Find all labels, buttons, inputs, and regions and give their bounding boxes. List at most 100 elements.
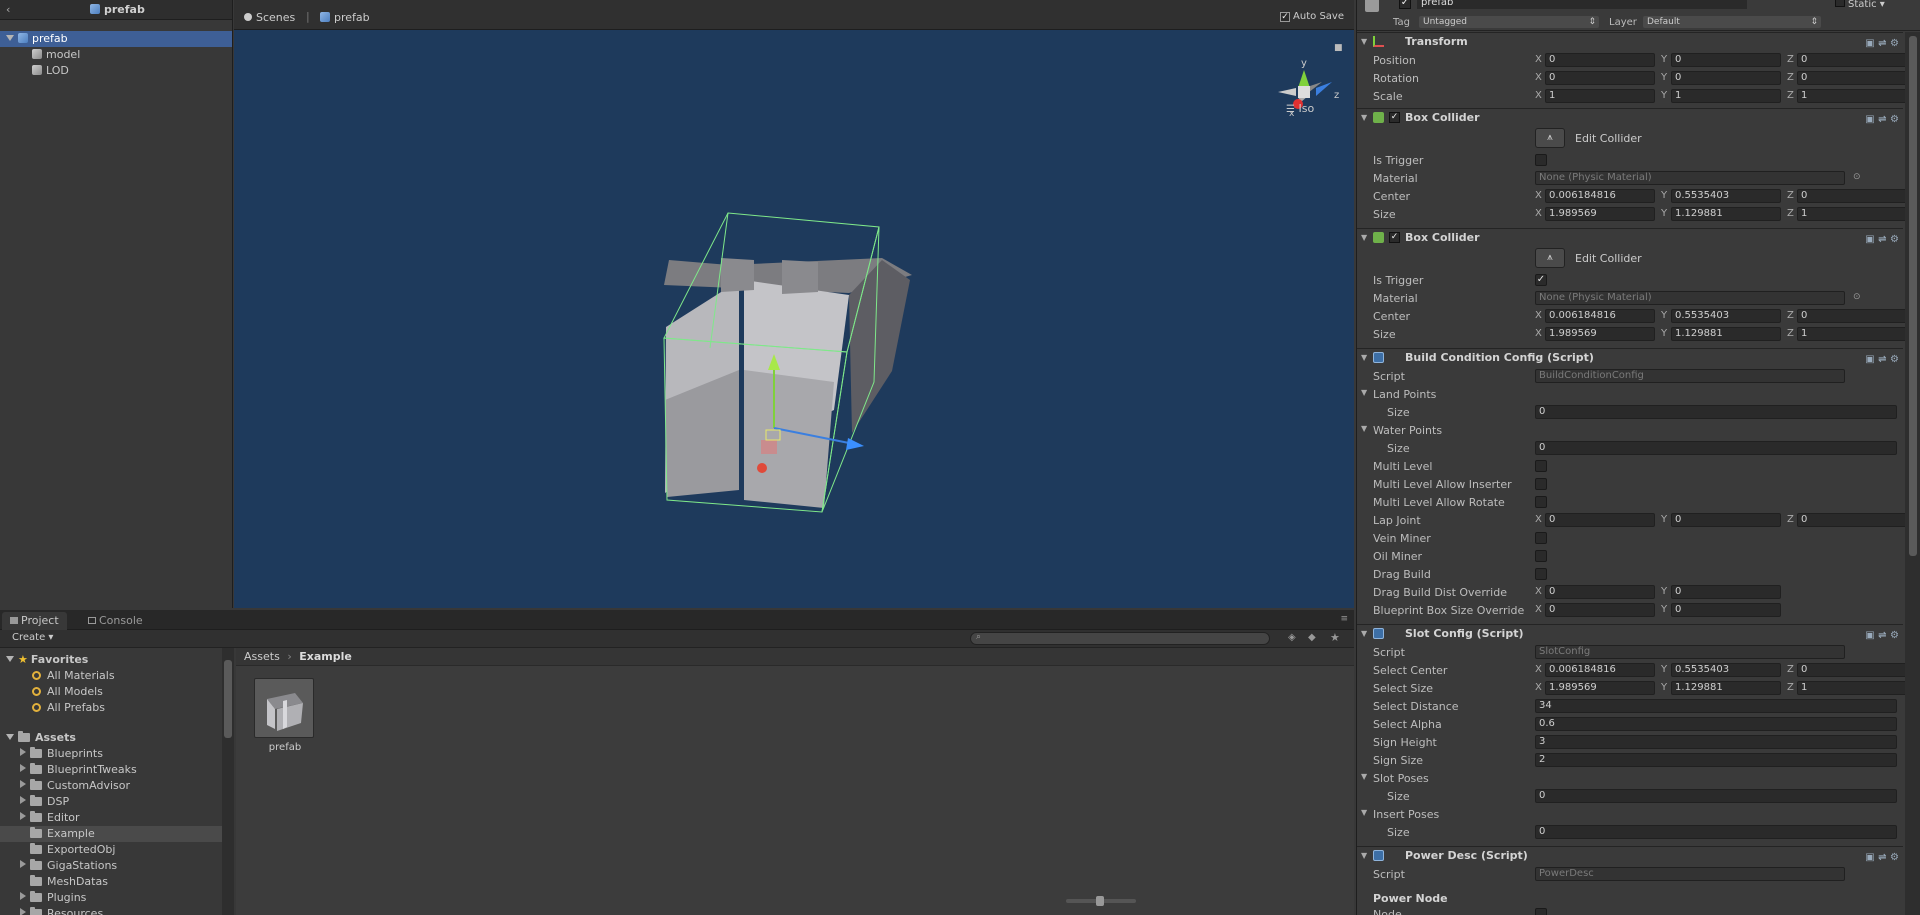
object-name-field[interactable]: prefab bbox=[1417, 0, 1747, 9]
size-field-x[interactable]: 1.989569 bbox=[1545, 207, 1655, 221]
size-field-z[interactable]: 1 bbox=[1797, 207, 1907, 221]
script-field[interactable]: SlotConfig bbox=[1535, 645, 1845, 659]
script-field[interactable]: BuildConditionConfig bbox=[1535, 369, 1845, 383]
slot-poses-size-field[interactable]: 0 bbox=[1535, 789, 1897, 803]
folder-resources[interactable]: Resources bbox=[20, 906, 103, 915]
collapsed-triangle-icon[interactable] bbox=[20, 860, 26, 868]
layer-dropdown[interactable]: Default ⇕ bbox=[1643, 16, 1821, 28]
position-field-x[interactable]: 0 bbox=[1545, 53, 1655, 67]
is-trigger-checkbox[interactable]: ✓ bbox=[1535, 274, 1547, 286]
zoom-slider-thumb[interactable] bbox=[1096, 896, 1104, 906]
material-field[interactable]: None (Physic Material) bbox=[1535, 171, 1845, 185]
center-field-y[interactable]: 0.5535403 bbox=[1671, 309, 1781, 323]
static-checkbox[interactable] bbox=[1835, 0, 1845, 7]
power-desc-header[interactable]: ▼ Power Desc (Script) ▣ ⇌ ⚙ bbox=[1357, 846, 1903, 864]
center-field-x[interactable]: 0.006184816 bbox=[1545, 309, 1655, 323]
water-points-size-field[interactable]: 0 bbox=[1535, 441, 1897, 455]
filter-label-icon[interactable]: ◆ bbox=[1308, 632, 1316, 643]
select-distance-field[interactable]: 34 bbox=[1535, 699, 1897, 713]
transform-header[interactable]: ▼ Transform ▣ ⇌ ⚙ bbox=[1357, 32, 1903, 50]
center-field-y[interactable]: 0.5535403 bbox=[1671, 189, 1781, 203]
component-enabled-checkbox[interactable]: ✓ bbox=[1389, 112, 1400, 123]
favorite-all-prefabs[interactable]: All Prefabs bbox=[32, 700, 105, 716]
favorites-header[interactable]: ★ Favorites bbox=[6, 652, 88, 668]
foldout-triangle-icon[interactable]: ▼ bbox=[1361, 109, 1367, 126]
edit-collider-button[interactable]: ⩚ bbox=[1535, 248, 1565, 268]
foldout-triangle-icon[interactable]: ▼ bbox=[1361, 625, 1367, 642]
assets-header[interactable]: Assets bbox=[6, 730, 76, 746]
favorite-all-models[interactable]: All Models bbox=[32, 684, 103, 700]
rotation-field-y[interactable]: 0 bbox=[1671, 71, 1781, 85]
asset-tile-prefab[interactable]: prefab bbox=[254, 678, 316, 758]
tree-scrollbar[interactable] bbox=[222, 648, 234, 915]
select-size-field-z[interactable]: 1 bbox=[1797, 681, 1907, 695]
folder-blueprints[interactable]: Blueprints bbox=[20, 746, 103, 762]
foldout-triangle-icon[interactable]: ▼ bbox=[1361, 772, 1367, 781]
rotation-field-z[interactable]: 0 bbox=[1797, 71, 1907, 85]
tab-console[interactable]: Console bbox=[80, 612, 151, 630]
expand-triangle-icon[interactable] bbox=[6, 35, 14, 41]
favorite-all-materials[interactable]: All Materials bbox=[32, 668, 115, 684]
foldout-triangle-icon[interactable]: ▼ bbox=[1361, 808, 1367, 817]
build-condition-header[interactable]: ▼ Build Condition Config (Script) ▣ ⇌ ⚙ bbox=[1357, 348, 1903, 366]
collapsed-triangle-icon[interactable] bbox=[20, 812, 26, 820]
script-field[interactable]: PowerDesc bbox=[1535, 867, 1845, 881]
collapsed-triangle-icon[interactable] bbox=[20, 748, 26, 756]
center-field-x[interactable]: 0.006184816 bbox=[1545, 189, 1655, 203]
multi-level-inserter-checkbox[interactable] bbox=[1535, 478, 1547, 490]
select-center-field-x[interactable]: 0.006184816 bbox=[1545, 663, 1655, 677]
component-settings-icons[interactable]: ▣ ⇌ ⚙ bbox=[1865, 627, 1899, 644]
center-field-z[interactable]: 0 bbox=[1797, 189, 1907, 203]
breadcrumb[interactable]: prefab bbox=[90, 3, 145, 16]
select-alpha-field[interactable]: 0.6 bbox=[1535, 717, 1897, 731]
lock-icon[interactable]: ■ bbox=[1334, 43, 1343, 53]
favorite-star-icon[interactable]: ★ bbox=[1330, 631, 1340, 644]
hierarchy-item-lod[interactable]: LOD bbox=[0, 63, 232, 79]
tag-dropdown[interactable]: Untagged ⇕ bbox=[1419, 16, 1599, 28]
static-toggle[interactable]: Static ▾ bbox=[1835, 0, 1885, 10]
active-checkbox[interactable]: ✓ bbox=[1399, 0, 1411, 9]
tree-scrollbar-thumb[interactable] bbox=[224, 660, 232, 738]
scale-field-z[interactable]: 1 bbox=[1797, 89, 1907, 103]
inspector-scrollbar-thumb[interactable] bbox=[1909, 36, 1917, 556]
size-field-z[interactable]: 1 bbox=[1797, 327, 1907, 341]
select-center-field-z[interactable]: 0 bbox=[1797, 663, 1907, 677]
insert-poses-size-field[interactable]: 0 bbox=[1535, 825, 1897, 839]
folder-blueprinttweaks[interactable]: BlueprintTweaks bbox=[20, 762, 137, 778]
center-field-z[interactable]: 0 bbox=[1797, 309, 1907, 323]
box-collider-header-2[interactable]: ▼ ✓ Box Collider ▣ ⇌ ⚙ bbox=[1357, 228, 1903, 246]
hierarchy-item-prefab[interactable]: prefab bbox=[0, 31, 232, 47]
folder-customadvisor[interactable]: CustomAdvisor bbox=[20, 778, 130, 794]
lap-joint-field-x[interactable]: 0 bbox=[1545, 513, 1655, 527]
drag-build-dist-field-x[interactable]: 0 bbox=[1545, 585, 1655, 599]
object-picker-icon[interactable]: ⊙ bbox=[1853, 172, 1861, 182]
component-enabled-checkbox[interactable]: ✓ bbox=[1389, 232, 1400, 243]
scenes-breadcrumb[interactable]: Scenes bbox=[244, 11, 295, 24]
folder-editor[interactable]: Editor bbox=[20, 810, 80, 826]
iso-toggle[interactable]: ☰ Iso bbox=[1286, 102, 1314, 115]
component-settings-icons[interactable]: ▣ ⇌ ⚙ bbox=[1865, 111, 1899, 128]
scale-field-x[interactable]: 1 bbox=[1545, 89, 1655, 103]
expand-triangle-icon[interactable] bbox=[6, 734, 14, 740]
drag-build-checkbox[interactable] bbox=[1535, 568, 1547, 580]
folder-gigastations[interactable]: GigaStations bbox=[20, 858, 117, 874]
foldout-triangle-icon[interactable]: ▼ bbox=[1361, 424, 1367, 433]
breadcrumb-example[interactable]: Example bbox=[299, 650, 352, 663]
folder-example[interactable]: Example bbox=[0, 826, 222, 842]
auto-save-toggle[interactable]: ✓ Auto Save bbox=[1280, 11, 1344, 22]
lap-joint-field-z[interactable]: 0 bbox=[1797, 513, 1907, 527]
sign-height-field[interactable]: 3 bbox=[1535, 735, 1897, 749]
foldout-triangle-icon[interactable]: ▼ bbox=[1361, 33, 1367, 50]
hierarchy-item-model[interactable]: model bbox=[0, 47, 232, 63]
tab-project[interactable]: Project bbox=[2, 612, 67, 630]
node-checkbox[interactable] bbox=[1535, 908, 1547, 915]
slot-config-header[interactable]: ▼ Slot Config (Script) ▣ ⇌ ⚙ bbox=[1357, 624, 1903, 642]
foldout-triangle-icon[interactable]: ▼ bbox=[1361, 847, 1367, 864]
size-field-y[interactable]: 1.129881 bbox=[1671, 207, 1781, 221]
oil-miner-checkbox[interactable] bbox=[1535, 550, 1547, 562]
rotation-field-x[interactable]: 0 bbox=[1545, 71, 1655, 85]
prefab-breadcrumb[interactable]: prefab bbox=[320, 11, 370, 24]
collapsed-triangle-icon[interactable] bbox=[20, 780, 26, 788]
scale-field-y[interactable]: 1 bbox=[1671, 89, 1781, 103]
foldout-triangle-icon[interactable]: ▼ bbox=[1361, 229, 1367, 246]
